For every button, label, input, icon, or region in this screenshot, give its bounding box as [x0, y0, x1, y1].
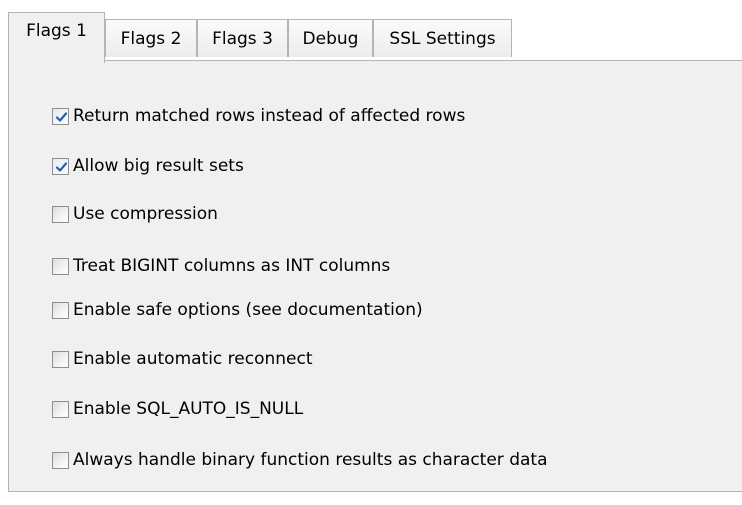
option-allow-big-result-sets[interactable]: Allow big result sets — [52, 153, 244, 179]
tab-label: Flags 3 — [212, 28, 273, 49]
option-enable-sql-auto-is-null[interactable]: Enable SQL_AUTO_IS_NULL — [52, 396, 303, 422]
flags-1-panel: Return matched rows instead of affected … — [8, 60, 742, 492]
option-label: Enable SQL_AUTO_IS_NULL — [73, 399, 304, 419]
checkmark-icon — [55, 161, 68, 172]
option-return-matched-rows[interactable]: Return matched rows instead of affected … — [52, 103, 465, 129]
option-label: Enable safe options (see documentation) — [73, 300, 423, 320]
option-always-handle-binary-results[interactable]: Always handle binary function results as… — [52, 447, 547, 473]
option-use-compression[interactable]: Use compression — [52, 201, 218, 227]
tab-label: SSL Settings — [389, 28, 496, 49]
checkbox[interactable] — [52, 257, 69, 275]
checkmark-icon — [55, 111, 68, 122]
option-label: Allow big result sets — [73, 156, 244, 176]
checkbox[interactable] — [52, 157, 69, 175]
tab-flags-1[interactable]: Flags 1 — [8, 12, 105, 63]
option-label: Return matched rows instead of affected … — [73, 106, 466, 126]
option-enable-automatic-reconnect[interactable]: Enable automatic reconnect — [52, 346, 313, 372]
tab-flags-3[interactable]: Flags 3 — [197, 19, 288, 57]
tab-label: Flags 2 — [120, 28, 182, 49]
option-label: Use compression — [73, 204, 218, 224]
option-enable-safe-options[interactable]: Enable safe options (see documentation) — [52, 297, 423, 323]
option-label: Enable automatic reconnect — [73, 349, 313, 369]
tab-label: Debug — [302, 28, 359, 49]
tab-debug[interactable]: Debug — [288, 19, 373, 57]
tab-flags-2[interactable]: Flags 2 — [105, 19, 197, 57]
checkbox[interactable] — [52, 301, 69, 319]
option-label: Always handle binary function results as… — [73, 450, 548, 470]
checkbox[interactable] — [52, 350, 69, 368]
option-label: Treat BIGINT columns as INT columns — [73, 256, 391, 276]
tab-strip: Flags 1 Flags 2 Flags 3 Debug SSL Settin… — [0, 0, 742, 63]
option-treat-bigint-as-int[interactable]: Treat BIGINT columns as INT columns — [52, 253, 390, 279]
checkbox[interactable] — [52, 107, 69, 125]
tab-ssl-settings[interactable]: SSL Settings — [373, 19, 512, 57]
checkbox[interactable] — [52, 451, 69, 469]
checkbox[interactable] — [52, 205, 69, 223]
checkbox[interactable] — [52, 400, 69, 418]
tab-label: Flags 1 — [26, 21, 87, 41]
